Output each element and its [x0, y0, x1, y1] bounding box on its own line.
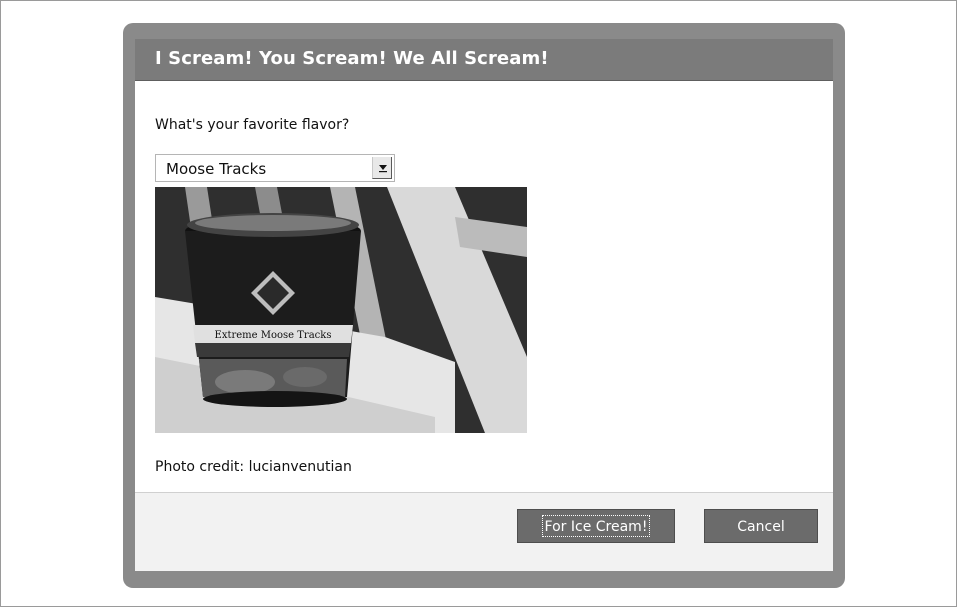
carton-label-text: Extreme Moose Tracks — [215, 330, 332, 341]
submit-button[interactable]: For Ice Cream! — [517, 509, 675, 543]
dialog-body: What's your favorite flavor? Moose Track… — [135, 81, 833, 492]
dialog: I Scream! You Scream! We All Scream! Wha… — [135, 39, 833, 571]
dialog-title: I Scream! You Scream! We All Scream! — [155, 48, 549, 69]
chevron-down-icon[interactable] — [372, 157, 392, 179]
photo-credit: Photo credit: lucianvenutian — [155, 459, 352, 475]
dialog-frame: I Scream! You Scream! We All Scream! Wha… — [123, 23, 845, 588]
cancel-button-label: Cancel — [737, 519, 785, 535]
flavor-select[interactable]: Moose Tracks — [155, 154, 395, 182]
dialog-titlebar[interactable]: I Scream! You Scream! We All Scream! — [135, 39, 833, 81]
flavor-prompt: What's your favorite flavor? — [155, 117, 350, 133]
flavor-photo: Extreme Moose Tracks — [155, 187, 527, 433]
flavor-select-value: Moose Tracks — [166, 160, 267, 178]
dialog-footer: For Ice Cream! Cancel — [135, 492, 833, 571]
focus-ring — [542, 515, 650, 537]
cancel-button[interactable]: Cancel — [704, 509, 818, 543]
